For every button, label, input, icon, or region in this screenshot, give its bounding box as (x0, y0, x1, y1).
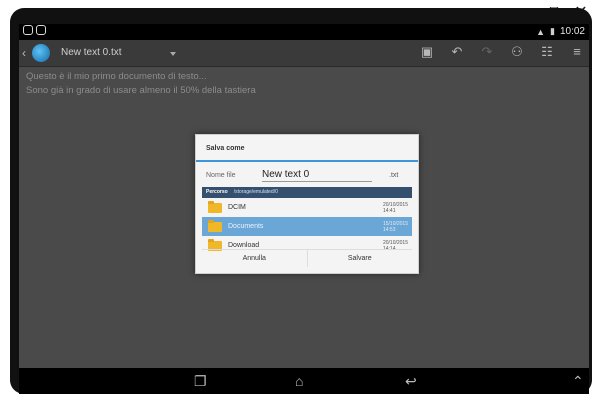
signal-icon: ▲ (536, 26, 546, 37)
filename-label: Nome file (206, 172, 236, 179)
folder-icon (208, 220, 222, 232)
file-extension: .txt (389, 172, 399, 179)
status-notifications (23, 25, 46, 35)
battery-icon: ▮ (550, 26, 555, 36)
notification-icon (23, 25, 33, 35)
folder-date: 20/10/2015 14:41 (382, 202, 408, 214)
folder-name: Documents (228, 223, 264, 230)
folder-icon (208, 201, 222, 213)
redo-icon[interactable]: ↷ (479, 44, 495, 60)
path-bar: Percorso/storage/emulated/0 (202, 187, 412, 198)
folder-row-documents[interactable]: Documents 15/10/2015 14:53 (202, 217, 412, 236)
editor-line: Questo è il mio primo documento di testo… (26, 71, 207, 82)
path-label: Percorso (206, 189, 228, 195)
undo-icon[interactable]: ↶ (449, 44, 465, 60)
chevron-up-icon[interactable]: ⌃ (572, 373, 584, 390)
text-editor[interactable]: Questo è il mio primo documento di testo… (26, 70, 256, 98)
folder-date: 15/10/2015 14:53 (382, 221, 408, 233)
dialog-divider (196, 160, 418, 162)
document-title[interactable]: New text 0.txt (61, 47, 122, 58)
menu-icon[interactable]: ≡ (569, 44, 585, 60)
status-right: ▲ ▮ 10:02 (536, 26, 585, 37)
app-icon[interactable] (32, 44, 50, 62)
filename-input[interactable] (262, 167, 372, 182)
app-toolbar: ‹ New text 0.txt ▣ ↶ ↷ ⚇ ☷ ≡ (19, 40, 589, 67)
recent-apps-icon[interactable]: ❐ (194, 373, 207, 390)
save-as-dialog: Salva come Nome file .txt Percorso/stora… (195, 134, 419, 274)
folder-name: Download (228, 242, 260, 249)
status-time: 10:02 (559, 26, 585, 37)
back-icon[interactable]: ↩ (405, 373, 417, 390)
folder-row-dcim[interactable]: DCIM 20/10/2015 14:41 (202, 198, 412, 217)
save-icon[interactable]: ▣ (419, 44, 435, 60)
toolbar-actions: ▣ ↶ ↷ ⚇ ☷ ≡ (419, 44, 585, 60)
device-screen: ▲ ▮ 10:02 ‹ New text 0.txt ▣ ↶ ↷ ⚇ ☷ ≡ Q… (19, 24, 589, 394)
back-chevron-icon[interactable]: ‹ (22, 46, 26, 60)
path-value: /storage/emulated/0 (233, 189, 278, 195)
find-icon[interactable]: ⚇ (509, 44, 525, 60)
editor-line: Sono già in grado di usare almeno il 50%… (26, 85, 256, 96)
document-icon[interactable]: ☷ (539, 44, 555, 60)
home-icon[interactable]: ⌂ (295, 373, 303, 389)
status-bar: ▲ ▮ 10:02 (19, 24, 589, 40)
dialog-title: Salva come (206, 145, 245, 152)
cancel-button[interactable]: Annulla (202, 250, 307, 267)
folder-name: DCIM (228, 204, 246, 211)
navigation-bar: ❐ ⌂ ↩ ⌃ (19, 368, 589, 394)
save-button[interactable]: Salvare (306, 250, 413, 267)
dialog-buttons: Annulla Salvare (202, 249, 412, 267)
tab-dropdown-icon[interactable] (170, 52, 176, 56)
notification-icon (36, 25, 46, 35)
